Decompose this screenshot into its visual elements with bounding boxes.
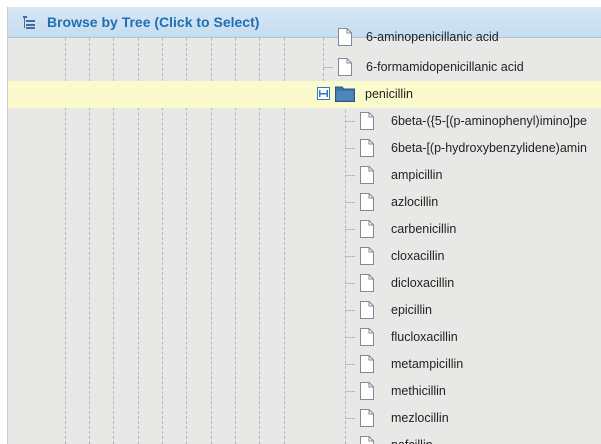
tree-row-leaf[interactable]: flucloxacillin <box>8 324 601 351</box>
document-icon <box>360 112 374 130</box>
tree-row-folder-selected[interactable]: penicillin <box>8 81 601 108</box>
document-icon <box>360 409 374 427</box>
tree-connector <box>345 418 355 419</box>
tree-row-partial[interactable]: 6-aminopenicillanic acid <box>8 24 601 51</box>
tree-row-leaf[interactable]: carbenicillin <box>8 216 601 243</box>
tree-row-label: mezlocillin <box>391 411 449 425</box>
tree-row-label: methicillin <box>391 384 446 398</box>
tree-row-leaf[interactable]: epicillin <box>8 297 601 324</box>
tree-row-label: 6-formamidopenicillanic acid <box>366 60 524 74</box>
tree-row-leaf[interactable]: 6-formamidopenicillanic acid <box>8 54 601 81</box>
tree-row-leaf[interactable]: ampicillin <box>8 162 601 189</box>
tree-row-label: azlocillin <box>391 195 439 209</box>
tree-connector <box>345 148 355 149</box>
document-icon <box>360 355 374 373</box>
tree-connector <box>345 283 355 284</box>
tree-connector <box>345 310 355 311</box>
tree-connector <box>345 337 355 338</box>
tree-row-label: flucloxacillin <box>391 330 458 344</box>
tree-connector <box>345 256 355 257</box>
tree-connector <box>345 364 355 365</box>
tree-row-leaf[interactable]: nafcillin <box>8 432 601 444</box>
tree-browser-panel: Browse by Tree (Click to Select) 6-amino… <box>7 7 601 444</box>
document-icon <box>360 274 374 292</box>
document-icon <box>360 301 374 319</box>
tree-row-label: metampicillin <box>391 357 464 371</box>
document-icon <box>360 193 374 211</box>
tree-connector <box>345 229 355 230</box>
tree-row-label: carbenicillin <box>391 222 457 236</box>
tree-row-label: ampicillin <box>391 168 443 182</box>
tree-connector <box>323 67 333 68</box>
tree-row-leaf[interactable]: methicillin <box>8 378 601 405</box>
tree-row-label: epicillin <box>391 303 432 317</box>
tree-row-leaf[interactable]: metampicillin <box>8 351 601 378</box>
tree-row-leaf[interactable]: mezlocillin <box>8 405 601 432</box>
tree-row-label: 6-aminopenicillanic acid <box>366 30 499 44</box>
tree-connector <box>345 121 355 122</box>
tree-row-leaf[interactable]: dicloxacillin <box>8 270 601 297</box>
tree-row-label: cloxacillin <box>391 249 445 263</box>
tree-row-leaf[interactable]: cloxacillin <box>8 243 601 270</box>
document-icon <box>360 436 374 444</box>
tree-connector <box>345 202 355 203</box>
document-icon <box>360 139 374 157</box>
tree-view: 6-aminopenicillanic acid 6-formamidopeni… <box>8 28 601 444</box>
document-icon <box>360 328 374 346</box>
folder-open-icon <box>335 86 355 102</box>
tree-row-label: 6beta-[(p-hydroxybenzylidene)amin <box>391 141 587 155</box>
document-icon <box>360 382 374 400</box>
tree-connector <box>345 175 355 176</box>
document-icon <box>338 28 352 46</box>
tree-row-label: penicillin <box>365 87 413 101</box>
document-icon <box>360 166 374 184</box>
tree-row-label: nafcillin <box>391 438 433 444</box>
document-icon <box>338 58 352 76</box>
tree-connector <box>345 391 355 392</box>
document-icon <box>360 247 374 265</box>
collapse-toggle-icon[interactable] <box>317 87 330 100</box>
tree-row-label: dicloxacillin <box>391 276 455 290</box>
tree-row-leaf[interactable]: 6beta-[(p-hydroxybenzylidene)amin <box>8 135 601 162</box>
tree-row-label: 6beta-({5-[(p-aminophenyl)imino]pe <box>391 114 587 128</box>
tree-row-leaf[interactable]: 6beta-({5-[(p-aminophenyl)imino]pe <box>8 108 601 135</box>
tree-row-leaf[interactable]: azlocillin <box>8 189 601 216</box>
document-icon <box>360 220 374 238</box>
